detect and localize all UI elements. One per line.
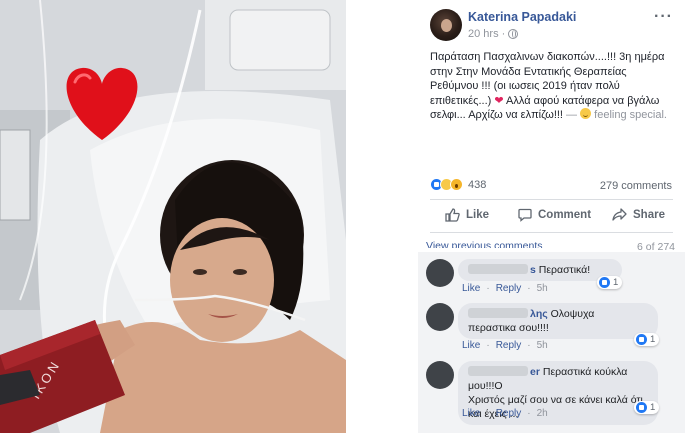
divider <box>430 232 673 233</box>
comment-reply-link[interactable]: Reply <box>496 283 522 294</box>
comment-text: περαστικα σου!!!! <box>468 322 549 334</box>
thumbs-up-icon <box>445 208 460 222</box>
comment-reply-link[interactable]: Reply <box>496 408 522 419</box>
comment-text: Περαστικά! <box>538 264 591 276</box>
comment-like-link[interactable]: Like <box>462 408 480 419</box>
comment-actions: Like · Reply · 2h <box>462 408 548 419</box>
commenter-avatar[interactable] <box>426 303 454 331</box>
post-meta: 20 hrs · <box>468 28 519 40</box>
heart-emoji-icon: ❤ <box>494 94 504 107</box>
commenter-name-redacted[interactable] <box>468 366 528 376</box>
feeling-text: feeling special. <box>594 109 667 121</box>
post-text: Παράταση Πασχαλινων διακοπών....!!! 3η η… <box>430 50 670 123</box>
commenter-avatar[interactable] <box>426 259 454 287</box>
comments-count[interactable]: 279 comments <box>600 180 672 192</box>
comment-reaction-count: 1 <box>650 402 656 413</box>
commenter-avatar[interactable] <box>426 361 454 389</box>
comment-actions: Like · Reply · 5h <box>462 283 548 294</box>
like-reaction-icon <box>636 402 647 413</box>
commenter-name-redacted[interactable] <box>468 264 528 274</box>
share-label: Share <box>633 208 665 221</box>
comment-reaction-count: 1 <box>613 277 619 288</box>
author-name[interactable]: Katerina Papadaki <box>468 10 576 24</box>
comment-time[interactable]: 2h <box>537 408 548 419</box>
commenter-name[interactable]: er <box>530 366 540 378</box>
like-reaction-icon <box>636 334 647 345</box>
share-button[interactable]: Share <box>612 208 665 221</box>
wow-reaction-icon <box>450 178 463 191</box>
commenter-name[interactable]: λης <box>530 308 548 320</box>
comment-text-inline: Ολοψυχα <box>550 308 595 320</box>
divider <box>430 199 673 200</box>
comment-label: Comment <box>538 209 592 221</box>
like-button[interactable]: Like <box>445 208 489 222</box>
comment-bubble: λης Ολοψυχα περαστικα σου!!!! <box>458 303 658 339</box>
post-time[interactable]: 20 hrs <box>468 28 499 40</box>
reactions-summary[interactable]: 438 <box>430 178 486 191</box>
comment-reactions[interactable]: 1 <box>634 401 660 414</box>
comment-time[interactable]: 5h <box>537 283 548 294</box>
commenter-name-redacted[interactable] <box>468 308 528 318</box>
commenter-name[interactable]: s <box>530 264 536 276</box>
smile-emoji-icon <box>580 108 592 119</box>
share-arrow-icon <box>612 208 627 221</box>
like-reaction-icon <box>599 277 610 288</box>
comment-like-link[interactable]: Like <box>462 340 480 351</box>
like-label: Like <box>466 209 490 221</box>
comment-reactions[interactable]: 1 <box>634 333 660 346</box>
post-photo[interactable]: ΙΚΟΝ <box>0 0 346 433</box>
comment-like-link[interactable]: Like <box>462 283 480 294</box>
view-previous-comments-link[interactable]: View previous comments <box>426 240 543 248</box>
comment-reply-link[interactable]: Reply <box>496 340 522 351</box>
feeling-dash: — <box>566 109 578 121</box>
more-options-icon[interactable]: ··· <box>654 8 673 26</box>
comment-button[interactable]: Comment <box>518 208 591 222</box>
meta-separator: · <box>501 28 506 40</box>
reactions-count: 438 <box>468 178 487 191</box>
author-avatar[interactable] <box>430 9 462 41</box>
comment-time[interactable]: 5h <box>537 340 548 351</box>
comment-actions: Like · Reply · 5h <box>462 340 548 351</box>
comment-reaction-count: 1 <box>650 334 656 345</box>
comment-icon <box>518 208 532 222</box>
comment-reactions[interactable]: 1 <box>597 276 623 289</box>
selfie-image: ΙΚΟΝ <box>0 0 346 433</box>
globe-icon[interactable] <box>508 29 519 39</box>
